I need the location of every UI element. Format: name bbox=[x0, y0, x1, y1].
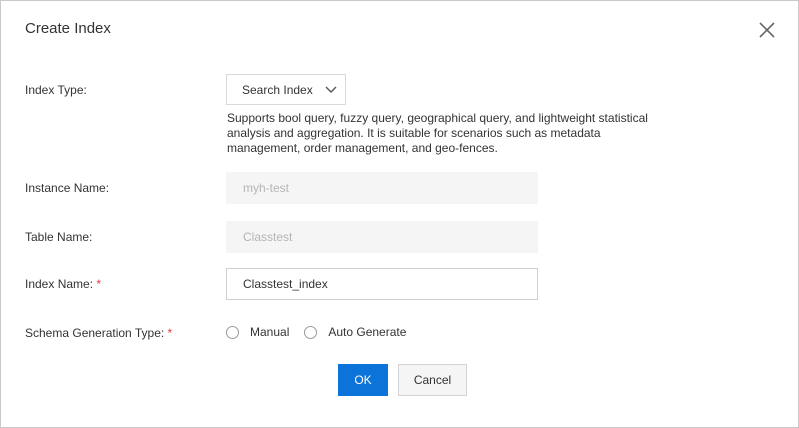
required-mark: * bbox=[96, 277, 102, 291]
chevron-down-icon bbox=[324, 83, 338, 97]
schema-generation-type-label: Schema Generation Type: * bbox=[25, 326, 172, 340]
index-type-help-text: Supports bool query, fuzzy query, geogra… bbox=[227, 111, 648, 155]
table-name-field: Classtest bbox=[226, 221, 538, 253]
instance-name-field: myh-test bbox=[226, 172, 538, 204]
radio-auto-generate-label: Auto Generate bbox=[328, 325, 407, 339]
index-name-input[interactable]: Classtest_index bbox=[226, 268, 538, 300]
cancel-button[interactable]: Cancel bbox=[398, 364, 467, 396]
index-type-select[interactable]: Search Index bbox=[226, 74, 346, 105]
ok-button[interactable]: OK bbox=[338, 364, 388, 396]
index-type-label: Index Type: bbox=[25, 83, 87, 97]
radio-circle bbox=[304, 325, 318, 339]
radio-circle bbox=[226, 325, 239, 339]
schema-generation-type-radio-group: Manual Auto Generate bbox=[226, 325, 406, 339]
dialog-title: Create Index bbox=[25, 20, 111, 37]
create-index-dialog: Create Index Index Type: Search Index Su… bbox=[0, 0, 799, 428]
table-name-label: Table Name: bbox=[25, 230, 93, 244]
close-icon[interactable] bbox=[756, 19, 778, 41]
instance-name-label: Instance Name: bbox=[25, 181, 110, 195]
radio-manual-label: Manual bbox=[250, 325, 290, 339]
radio-auto-generate[interactable]: Auto Generate bbox=[304, 325, 406, 339]
index-name-label: Index Name: * bbox=[25, 277, 101, 291]
index-name-label-text: Index Name: bbox=[25, 277, 94, 291]
required-mark: * bbox=[167, 326, 173, 340]
schema-generation-type-label-text: Schema Generation Type: bbox=[25, 326, 165, 340]
index-type-value: Search Index bbox=[242, 83, 313, 97]
radio-manual[interactable]: Manual bbox=[226, 325, 289, 339]
